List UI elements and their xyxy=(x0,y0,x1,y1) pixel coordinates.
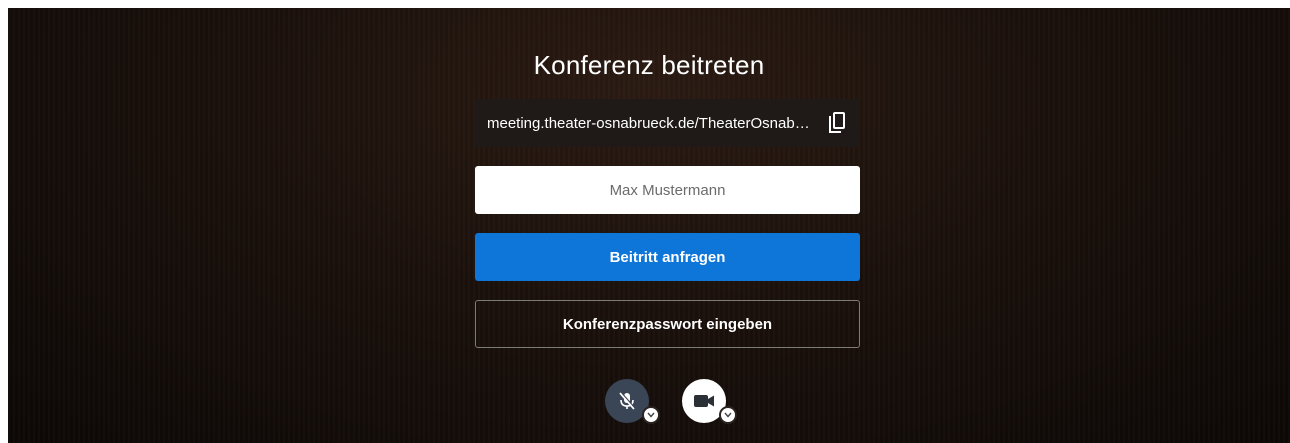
page-title: Konferenz beitreten xyxy=(533,50,765,80)
copy-icon[interactable] xyxy=(826,111,848,135)
meeting-url-text: meeting.theater-osnabrueck.de/TheaterOsn… xyxy=(487,114,812,132)
enter-password-button[interactable]: Konferenzpasswort eingeben xyxy=(475,300,860,348)
display-name-input[interactable] xyxy=(475,166,860,214)
chevron-down-icon xyxy=(647,412,655,418)
meeting-url-box: meeting.theater-osnabrueck.de/TheaterOsn… xyxy=(475,99,860,147)
join-request-button[interactable]: Beitritt anfragen xyxy=(475,233,860,281)
microphone-off-icon xyxy=(619,391,636,410)
microphone-options-chevron[interactable] xyxy=(642,406,660,424)
chevron-down-icon xyxy=(724,412,732,418)
video-camera-icon xyxy=(694,395,714,407)
camera-options-chevron[interactable] xyxy=(719,406,737,424)
prejoin-screen: Konferenz beitreten meeting.theater-osna… xyxy=(8,8,1290,443)
